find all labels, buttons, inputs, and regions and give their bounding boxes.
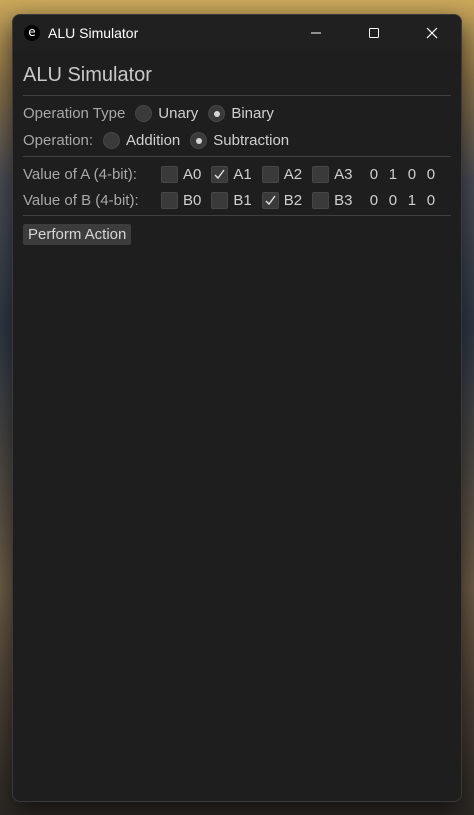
checkbox-b1-label: B1 bbox=[233, 191, 252, 209]
radio-unary-label: Unary bbox=[158, 105, 199, 122]
perform-action-button[interactable]: Perform Action bbox=[23, 224, 132, 245]
radio-binary[interactable]: Binary bbox=[208, 105, 274, 122]
operation-type-row: Operation Type Unary Binary bbox=[23, 100, 451, 127]
radio-addition-label: Addition bbox=[126, 132, 181, 149]
checkbox-b0-label: B0 bbox=[183, 191, 202, 209]
radio-unary[interactable]: Unary bbox=[135, 105, 198, 122]
minimize-icon bbox=[311, 32, 321, 34]
operation-type-label: Operation Type bbox=[23, 105, 126, 122]
main-content: ALU Simulator Operation Type Unary Binar… bbox=[13, 51, 461, 245]
maximize-button[interactable] bbox=[345, 15, 403, 51]
value-b-digits: 0 0 1 0 bbox=[364, 192, 440, 209]
checkbox-box[interactable] bbox=[161, 165, 178, 183]
checkbox-box[interactable] bbox=[261, 165, 279, 183]
checkmark-icon bbox=[265, 195, 276, 205]
checkbox-box[interactable] bbox=[312, 191, 330, 209]
checkbox-box[interactable] bbox=[261, 191, 279, 209]
app-window: e ALU Simulator ALU Simulator Operation … bbox=[12, 14, 462, 802]
radio-button[interactable] bbox=[103, 132, 121, 149]
checkbox-a2[interactable]: A2 bbox=[261, 165, 303, 183]
digit: 0 bbox=[407, 165, 417, 183]
radio-button[interactable] bbox=[135, 105, 153, 122]
close-icon bbox=[426, 27, 438, 39]
radio-dot-icon bbox=[213, 110, 220, 117]
checkbox-a1-label: A1 bbox=[233, 165, 252, 183]
radio-addition[interactable]: Addition bbox=[103, 132, 180, 149]
checkbox-b3[interactable]: B3 bbox=[312, 191, 353, 209]
checkbox-box[interactable] bbox=[211, 165, 229, 183]
radio-binary-label: Binary bbox=[231, 105, 274, 122]
digit: 0 bbox=[369, 191, 379, 209]
checkbox-a0-label: A0 bbox=[183, 165, 202, 183]
digit: 1 bbox=[388, 165, 398, 183]
page-title: ALU Simulator bbox=[23, 64, 152, 86]
maximize-icon bbox=[369, 28, 379, 38]
checkbox-box[interactable] bbox=[312, 165, 330, 183]
checkbox-a3[interactable]: A3 bbox=[312, 165, 353, 183]
radio-subtraction[interactable]: Subtraction bbox=[190, 132, 289, 149]
digit: 1 bbox=[407, 191, 417, 209]
value-b-label: Value of B (4-bit): bbox=[23, 191, 139, 209]
checkbox-a2-label: A2 bbox=[283, 165, 303, 183]
value-a-row: Value of A (4-bit): A0 A1 A2 A3 0 1 0 0 bbox=[23, 161, 451, 187]
app-icon: e bbox=[24, 25, 40, 41]
close-button[interactable] bbox=[403, 15, 461, 51]
window-title: ALU Simulator bbox=[48, 25, 139, 41]
checkbox-a3-label: A3 bbox=[334, 165, 353, 183]
value-a-digits: 0 1 0 0 bbox=[364, 166, 440, 183]
title-bar[interactable]: e ALU Simulator bbox=[13, 15, 461, 51]
radio-dot-icon bbox=[195, 137, 202, 144]
checkbox-box[interactable] bbox=[211, 191, 229, 209]
checkbox-b2[interactable]: B2 bbox=[261, 191, 303, 209]
divider bbox=[23, 95, 451, 96]
digit: 0 bbox=[388, 191, 398, 209]
divider bbox=[23, 215, 451, 216]
checkbox-b3-label: B3 bbox=[334, 191, 353, 209]
minimize-button[interactable] bbox=[287, 15, 345, 51]
window-controls bbox=[287, 15, 461, 51]
digit: 0 bbox=[426, 165, 436, 183]
checkbox-a1[interactable]: A1 bbox=[211, 165, 252, 183]
checkbox-b1[interactable]: B1 bbox=[211, 191, 252, 209]
checkbox-a0[interactable]: A0 bbox=[161, 165, 202, 183]
checkbox-b2-label: B2 bbox=[283, 191, 303, 209]
value-b-row: Value of B (4-bit): B0 B1 B2 B3 0 0 1 0 bbox=[23, 187, 451, 213]
checkbox-b0[interactable]: B0 bbox=[161, 191, 202, 209]
radio-button[interactable] bbox=[208, 105, 226, 122]
radio-button[interactable] bbox=[190, 132, 208, 149]
value-a-label: Value of A (4-bit): bbox=[23, 165, 137, 183]
radio-subtraction-label: Subtraction bbox=[213, 132, 290, 149]
checkmark-icon bbox=[214, 169, 225, 179]
divider bbox=[23, 156, 451, 157]
operation-row: Operation: Addition Subtraction bbox=[23, 127, 451, 154]
digit: 0 bbox=[426, 191, 436, 209]
operation-label: Operation: bbox=[23, 132, 94, 149]
checkbox-box[interactable] bbox=[161, 191, 178, 209]
digit: 0 bbox=[369, 165, 379, 183]
